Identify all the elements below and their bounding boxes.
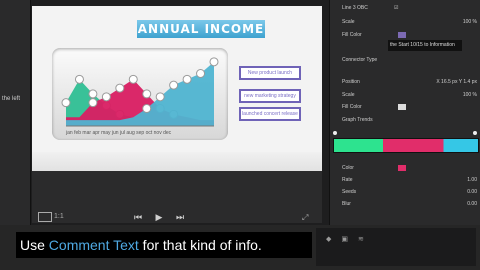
month-label: may <box>101 130 111 136</box>
month-label: aug <box>126 130 135 136</box>
tooltip: the Start 10/15 to Information <box>388 40 462 51</box>
timeline-icons: ◆ ▣ ≋ <box>326 235 364 243</box>
inspector-row: Graph Trends <box>330 116 480 125</box>
inspector-label: Position <box>342 79 360 85</box>
caption-accent: Comment Text <box>48 237 139 253</box>
color-swatch[interactable] <box>398 32 406 38</box>
month-label: jun <box>111 130 119 136</box>
gradient-stops <box>333 131 477 136</box>
inspector-value[interactable]: 1.00 <box>467 177 477 183</box>
data-point <box>169 80 179 90</box>
layer-icon[interactable]: ▣ <box>341 235 348 243</box>
gradient-stop-handle[interactable] <box>473 131 477 135</box>
data-point <box>142 89 152 99</box>
inspector-row[interactable]: Fill Color <box>330 31 480 40</box>
transport-controls: ⏮ ▶ ⏭ <box>132 212 186 222</box>
legend-item-1: New product launch <box>239 66 301 80</box>
inspector-value[interactable]: X 16.5 px Y 1.4 px <box>436 79 477 85</box>
fit-toggle[interactable] <box>38 212 52 222</box>
data-point <box>155 92 165 102</box>
inspector-panel: Line 3 OBC ☑ Scale 100 % Fill Color Conn… <box>329 0 480 225</box>
month-label: sep <box>136 130 145 136</box>
legend-item-3: launched concert release <box>239 107 301 121</box>
data-point <box>101 92 111 102</box>
inspector-label: Connector Type <box>342 57 378 63</box>
inspector-row[interactable]: Scale 100 % <box>330 91 480 100</box>
data-point <box>88 98 98 108</box>
inspector-value[interactable]: 0.00 <box>467 189 477 195</box>
inspector-label: Seeds <box>342 189 357 195</box>
inspector-row[interactable]: Blur 0.00 <box>330 200 480 209</box>
month-label: dec <box>163 130 172 136</box>
inspector-row[interactable]: Rate 1.00 <box>330 176 480 185</box>
data-point <box>182 74 192 84</box>
gradient-stop-handle[interactable] <box>333 131 337 135</box>
data-point <box>74 74 84 84</box>
month-label: feb <box>74 130 82 136</box>
inspector-row[interactable]: Scale 100 % <box>330 18 480 27</box>
color-swatch[interactable] <box>398 104 406 110</box>
data-point <box>196 69 206 78</box>
data-point <box>128 74 138 84</box>
data-point <box>209 57 219 67</box>
color-swatch[interactable] <box>398 165 406 171</box>
legend-item-2: new marketing strategy <box>239 89 301 103</box>
inspector-label: Scale <box>342 92 355 98</box>
caption: Use Comment Text for that kind of info. <box>16 232 312 258</box>
zoom-level[interactable]: 1:1 <box>54 213 64 220</box>
data-point <box>88 89 98 99</box>
inspector-label: Blur <box>342 201 351 207</box>
expand-icon[interactable]: ⤢ <box>302 213 308 223</box>
inspector-row[interactable]: Line 3 OBC ☑ <box>330 4 480 13</box>
inspector-label: Color <box>342 165 354 171</box>
viewer-floor <box>32 152 322 171</box>
inspector-value[interactable]: 0.00 <box>467 201 477 207</box>
waveform-icon[interactable]: ≋ <box>358 235 364 243</box>
left-panel-text: the left <box>2 96 21 102</box>
filter-icon[interactable]: ◆ <box>326 235 331 243</box>
canvas-viewer: ANNUAL INCOME New product launch new mar… <box>32 6 322 171</box>
caption-pre: Use <box>20 237 49 253</box>
chart-frame <box>52 48 228 140</box>
timeline-strip <box>316 228 476 266</box>
month-label: oct <box>145 130 153 136</box>
month-label: jul <box>119 130 125 136</box>
play-button[interactable]: ▶ <box>153 212 165 222</box>
inspector-label: Scale <box>342 19 355 25</box>
next-button[interactable]: ⏭ <box>174 212 186 222</box>
inspector-label: Graph Trends <box>342 117 373 123</box>
inspector-row[interactable]: Seeds 0.00 <box>330 188 480 197</box>
inspector-label: Fill Color <box>342 32 362 38</box>
inspector-value[interactable]: 100 % <box>463 19 477 25</box>
inspector-row[interactable]: Fill Color <box>330 103 480 112</box>
left-panel <box>0 0 31 225</box>
month-label: nov <box>153 130 162 136</box>
inspector-label: Rate <box>342 177 353 183</box>
inspector-row[interactable]: Color <box>330 164 480 173</box>
month-label: mar <box>82 130 92 136</box>
data-point <box>61 98 71 108</box>
inspector-label: Line 3 OBC <box>342 5 368 11</box>
caption-post: for that kind of info. <box>138 237 262 253</box>
inspector-label: Fill Color <box>342 104 362 110</box>
month-labels: jan feb mar apr may jun jul aug sep oct … <box>66 130 171 136</box>
inspector-row: Connector Type <box>330 56 480 65</box>
data-point <box>115 83 125 93</box>
area-chart <box>61 57 219 127</box>
checkbox[interactable]: ☑ <box>394 5 398 11</box>
month-label: jan <box>66 130 73 136</box>
chart-title: ANNUAL INCOME <box>137 20 265 38</box>
previous-button[interactable]: ⏮ <box>132 212 144 222</box>
data-point <box>142 104 152 113</box>
inspector-row[interactable]: Position X 16.5 px Y 1.4 px <box>330 78 480 87</box>
gradient-markers <box>333 151 477 156</box>
inspector-value[interactable]: 100 % <box>463 92 477 98</box>
month-label: apr <box>92 130 100 136</box>
